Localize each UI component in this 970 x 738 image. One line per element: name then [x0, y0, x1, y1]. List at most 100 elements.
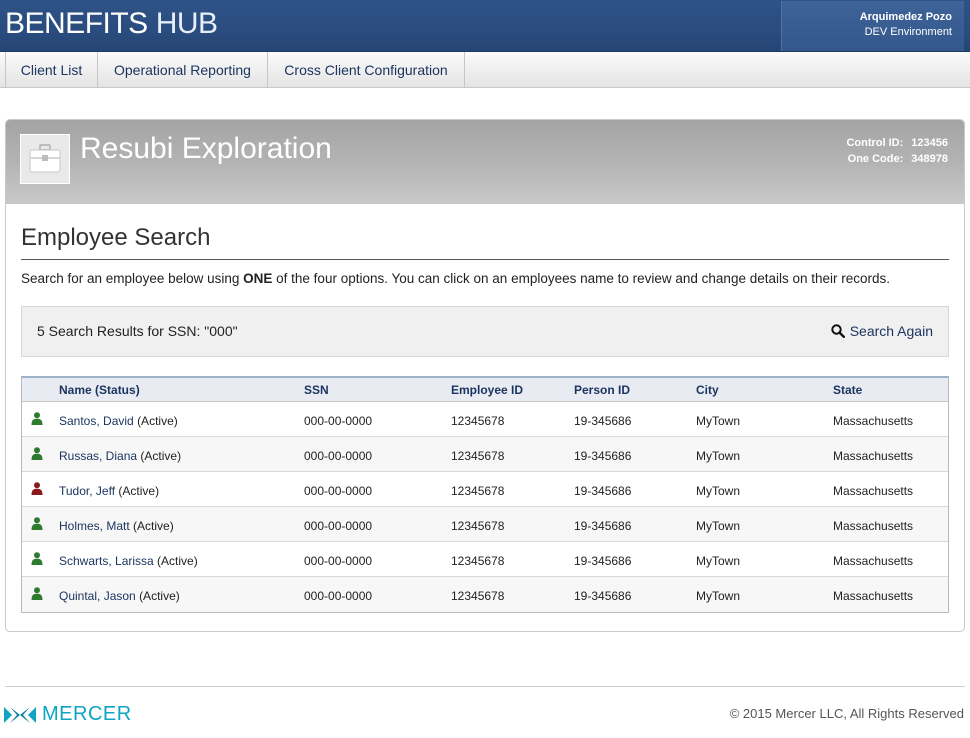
instructions-post: of the four options. You can click on an…: [272, 271, 891, 286]
cell-city: MyTown: [696, 449, 741, 463]
cell-person-id: 19-345686: [574, 414, 632, 428]
cell-person-id: 19-345686: [574, 449, 632, 463]
cell-city: MyTown: [696, 484, 741, 498]
table-row: Schwarts, Larissa (Active) 000-00-0000 123…: [22, 542, 948, 577]
search-instructions: Search for an employee below using ONE o…: [21, 271, 890, 286]
cell-ssn: 000-00-0000: [304, 484, 373, 498]
cell-employee-id: 12345678: [451, 484, 505, 498]
results-summary-bar: 5 Search Results for SSN: "000" Search A…: [21, 306, 949, 357]
cell-city: MyTown: [696, 554, 741, 568]
nav-client-list[interactable]: Client List: [5, 52, 98, 88]
person-status-icon: [31, 517, 43, 530]
brand-primary: BENEFITS: [5, 7, 148, 40]
control-id-value: 123456: [911, 137, 948, 149]
search-again-label: Search Again: [849, 323, 933, 339]
client-panel: Resubi Exploration Control ID: 123456 One…: [5, 119, 965, 632]
user-name: Arquimedez Pozo: [859, 11, 952, 23]
cell-ssn: 000-00-0000: [304, 519, 373, 533]
mercer-logo-icon: [4, 706, 36, 723]
employee-status: (Active): [157, 554, 198, 568]
cell-employee-id: 12345678: [451, 519, 505, 533]
col-employee-id[interactable]: Employee ID: [451, 383, 523, 397]
person-status-icon: [31, 482, 43, 495]
employee-status: (Active): [140, 449, 182, 463]
col-city[interactable]: City: [696, 383, 719, 397]
copyright-text: © 2015 Mercer LLC, All Rights Reserved: [729, 706, 964, 721]
footer-divider: [5, 686, 965, 687]
cell-name-status: Russas, Diana (Active): [59, 449, 181, 463]
employee-status: (Active): [118, 484, 160, 498]
nav-cross-client-configuration[interactable]: Cross Client Configuration: [268, 52, 465, 88]
employee-name-link[interactable]: Tudor, Jeff: [59, 484, 115, 498]
one-code-label: One Code:: [847, 153, 904, 165]
results-count: 5 Search Results for SSN: "000": [37, 323, 238, 339]
col-person-id[interactable]: Person ID: [574, 383, 630, 397]
mercer-logo: MERCER: [4, 703, 132, 726]
cell-state: Massachusetts: [833, 519, 914, 533]
user-info[interactable]: Arquimedez Pozo DEV Environment: [781, 1, 964, 51]
employee-status: (Active): [133, 519, 174, 533]
cell-city: MyTown: [696, 589, 741, 603]
table-header: Name (Status) SSN Employee ID Person ID …: [22, 378, 948, 402]
cell-employee-id: 12345678: [451, 589, 505, 603]
employee-status: (Active): [137, 414, 178, 428]
cell-name-status: Tudor, Jeff (Active): [59, 484, 159, 498]
mercer-logo-text: MERCER: [42, 703, 132, 725]
cell-person-id: 19-345686: [574, 484, 632, 498]
client-ids: Control ID: 123456 One Code: 348978: [846, 135, 948, 167]
table-row: Tudor, Jeff (Active) 000-00-0000 12345678 1…: [22, 472, 948, 507]
main-nav: Client List Operational Reporting Cross …: [0, 52, 970, 88]
table-row: Quintal, Jason (Active) 000-00-0000 123456…: [22, 577, 948, 612]
cell-state: Massachusetts: [833, 484, 914, 498]
briefcase-icon: [20, 134, 70, 184]
environment-label: DEV Environment: [864, 26, 952, 38]
page-title: Employee Search: [21, 224, 949, 260]
instructions-emphasis: ONE: [243, 271, 273, 286]
col-name-status[interactable]: Name (Status): [59, 383, 140, 397]
brand-secondary: HUB: [155, 7, 218, 40]
cell-state: Massachusetts: [833, 554, 914, 568]
table-body: Santos, David (Active) 000-00-0000 1234567…: [22, 402, 948, 612]
table-row: Holmes, Matt (Active) 000-00-0000 12345678…: [22, 507, 948, 542]
table-row: Santos, David (Active) 000-00-0000 1234567…: [22, 402, 948, 437]
employee-name-link[interactable]: Schwarts, Larissa: [59, 554, 154, 568]
cell-name-status: Santos, David (Active): [59, 414, 178, 428]
col-state[interactable]: State: [833, 383, 862, 397]
cell-employee-id: 12345678: [451, 414, 505, 428]
cell-employee-id: 12345678: [451, 554, 505, 568]
employee-name-link[interactable]: Santos, David: [59, 414, 134, 428]
cell-person-id: 19-345686: [574, 554, 632, 568]
cell-ssn: 000-00-0000: [304, 589, 373, 603]
client-name: Resubi Exploration: [80, 132, 332, 165]
cell-state: Massachusetts: [833, 449, 914, 463]
cell-ssn: 000-00-0000: [304, 554, 373, 568]
one-code-value: 348978: [911, 153, 948, 165]
table-row: Russas, Diana (Active) 000-00-0000 1234567…: [22, 437, 948, 472]
employee-name-link[interactable]: Quintal, Jason: [59, 589, 136, 603]
control-id-label: Control ID:: [846, 137, 904, 149]
person-status-icon: [31, 552, 43, 565]
cell-ssn: 000-00-0000: [304, 449, 373, 463]
cell-ssn: 000-00-0000: [304, 414, 373, 428]
search-again-button[interactable]: Search Again: [831, 323, 933, 339]
instructions-pre: Search for an employee below using: [21, 271, 244, 286]
person-status-icon: [31, 412, 43, 425]
cell-name-status: Holmes, Matt (Active): [59, 519, 174, 533]
cell-state: Massachusetts: [833, 589, 914, 603]
cell-employee-id: 12345678: [451, 449, 505, 463]
cell-city: MyTown: [696, 414, 741, 428]
cell-state: Massachusetts: [833, 414, 914, 428]
cell-city: MyTown: [696, 519, 741, 533]
employee-results-table: Name (Status) SSN Employee ID Person ID …: [21, 376, 949, 613]
cell-person-id: 19-345686: [574, 589, 632, 603]
employee-name-link[interactable]: Russas, Diana: [59, 449, 137, 463]
nav-operational-reporting[interactable]: Operational Reporting: [98, 52, 268, 88]
app-brand[interactable]: BENEFITS HUB: [5, 7, 218, 41]
employee-name-link[interactable]: Holmes, Matt: [59, 519, 130, 533]
cell-name-status: Quintal, Jason (Active): [59, 589, 180, 603]
app-header: BENEFITS HUB Arquimedez Pozo DEV Environm…: [0, 0, 970, 52]
employee-status: (Active): [139, 589, 180, 603]
cell-person-id: 19-345686: [574, 519, 632, 533]
cell-name-status: Schwarts, Larissa (Active): [59, 554, 198, 568]
col-ssn[interactable]: SSN: [304, 383, 329, 397]
